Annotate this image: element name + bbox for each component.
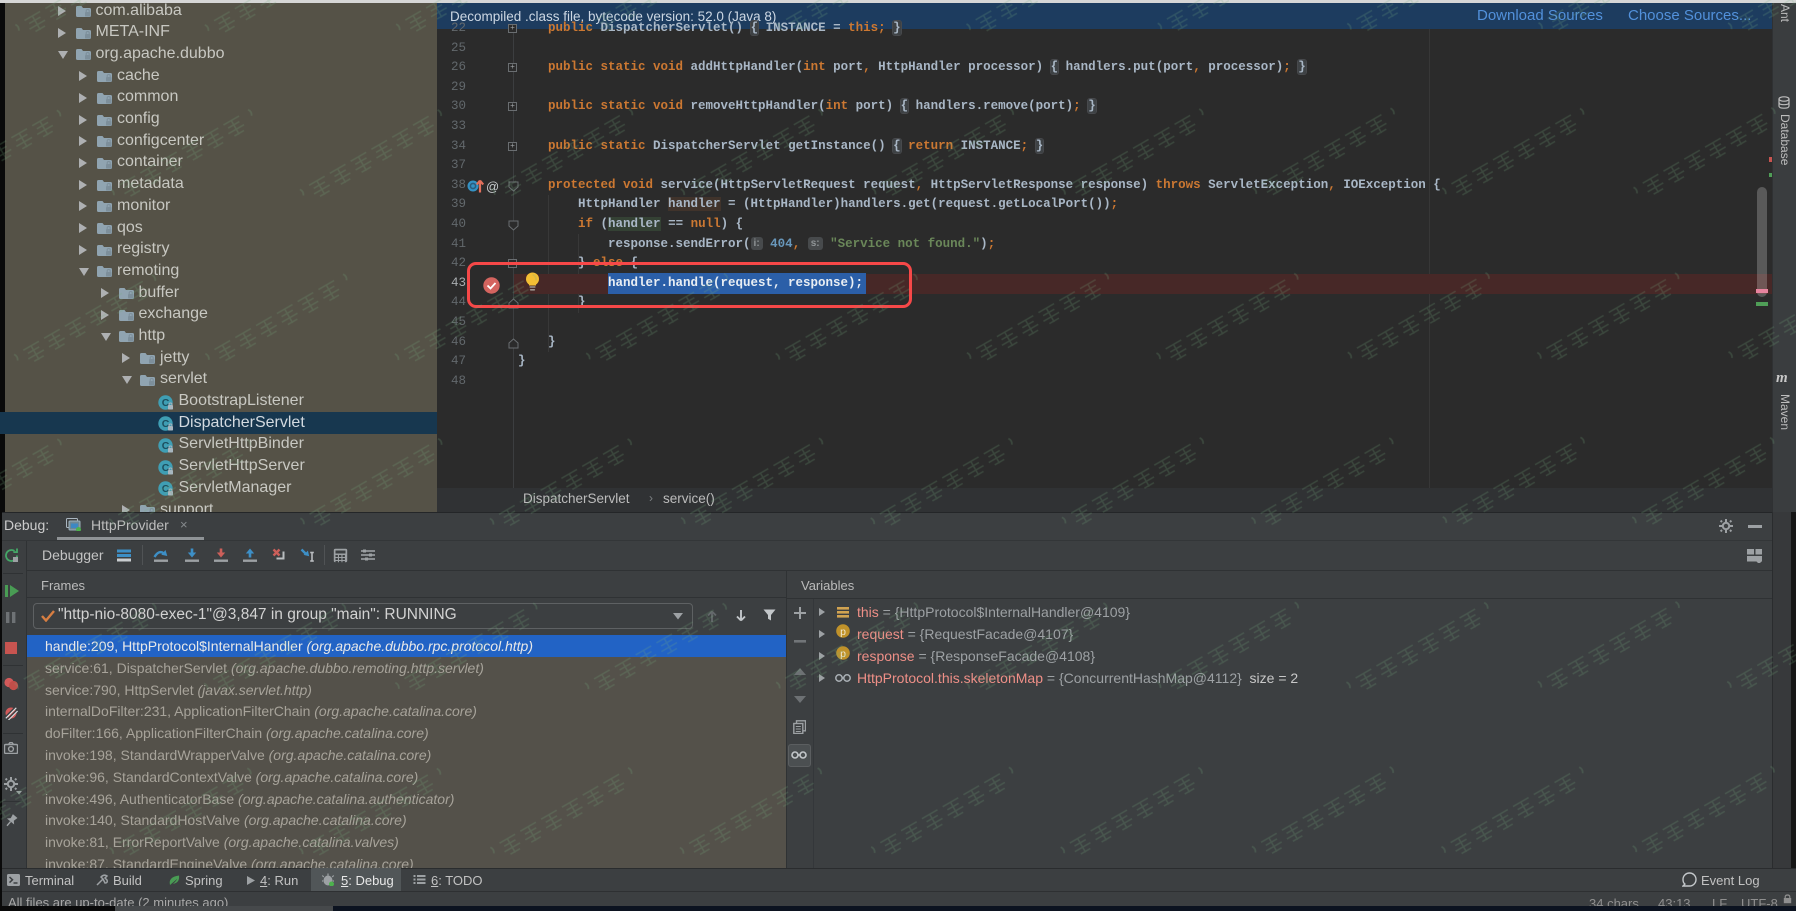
svg-text:p: p [840,626,846,638]
svg-text:p: p [840,648,846,660]
